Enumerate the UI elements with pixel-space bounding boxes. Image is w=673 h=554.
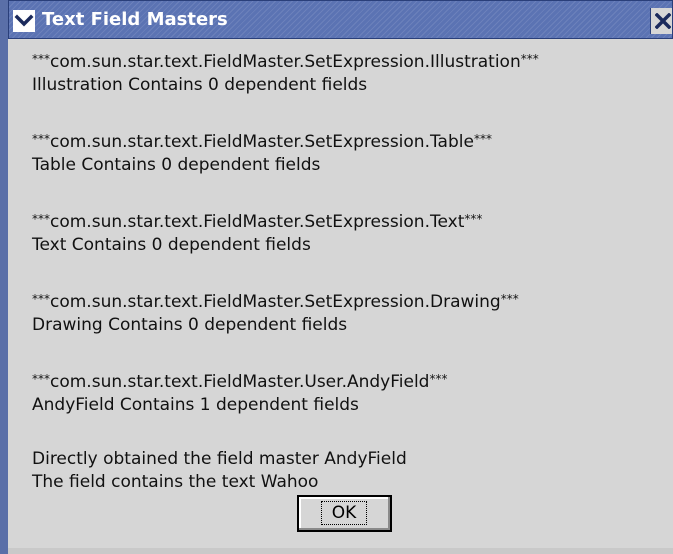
stars-suffix: *** [429,372,448,386]
ok-button[interactable]: OK [297,495,392,532]
summary-line: Directly obtained the field master AndyF… [32,449,407,469]
field-master-header: ***com.sun.star.text.FieldMaster.SetExpr… [32,208,672,234]
field-master-detail: AndyField Contains 1 dependent fields [32,395,359,415]
field-master-header: ***com.sun.star.text.FieldMaster.User.An… [32,368,672,394]
message-block: ***com.sun.star.text.FieldMaster.SetExpr… [32,48,672,97]
field-master-header: ***com.sun.star.text.FieldMaster.SetExpr… [32,48,672,74]
stars-prefix: *** [32,212,50,226]
field-master-header: ***com.sun.star.text.FieldMaster.SetExpr… [32,288,672,314]
stars-suffix: *** [464,212,483,226]
stars-prefix: *** [32,132,50,146]
stars-prefix: *** [32,52,50,66]
field-master-detail: Table Contains 0 dependent fields [32,155,321,175]
summary-block: Directly obtained the field master AndyF… [32,448,672,494]
ok-button-label: OK [321,501,367,525]
field-master-detail: Illustration Contains 0 dependent fields [32,75,368,95]
field-master-name: com.sun.star.text.FieldMaster.User.AndyF… [50,372,430,392]
field-master-name: com.sun.star.text.FieldMaster.SetExpress… [50,292,501,312]
window-title: Text Field Masters [42,9,228,30]
stars-suffix: *** [520,52,539,66]
field-master-detail: Drawing Contains 0 dependent fields [32,315,348,335]
summary-line: The field contains the text Wahoo [32,472,319,492]
message-block: ***com.sun.star.text.FieldMaster.SetExpr… [32,128,672,177]
message-block: ***com.sun.star.text.FieldMaster.SetExpr… [32,288,672,337]
window-bottom-edge [8,548,673,554]
chevron-down-icon[interactable] [13,10,35,32]
field-master-detail: Text Contains 0 dependent fields [32,235,311,255]
field-master-header: ***com.sun.star.text.FieldMaster.SetExpr… [32,128,672,154]
stars-prefix: *** [32,292,50,306]
stars-suffix: *** [473,132,492,146]
stars-prefix: *** [32,372,50,386]
field-master-name: com.sun.star.text.FieldMaster.SetExpress… [50,52,521,72]
dialog-window: Text Field Masters ***com.sun.star.text.… [0,0,673,554]
message-area: ***com.sun.star.text.FieldMaster.SetExpr… [32,48,672,525]
title-bar[interactable]: Text Field Masters [8,0,673,39]
field-master-name: com.sun.star.text.FieldMaster.SetExpress… [50,212,465,232]
stars-suffix: *** [500,292,519,306]
message-block: ***com.sun.star.text.FieldMaster.User.An… [32,368,672,417]
message-block: ***com.sun.star.text.FieldMaster.SetExpr… [32,208,672,257]
close-icon[interactable] [650,8,672,34]
field-master-name: com.sun.star.text.FieldMaster.SetExpress… [50,132,474,152]
